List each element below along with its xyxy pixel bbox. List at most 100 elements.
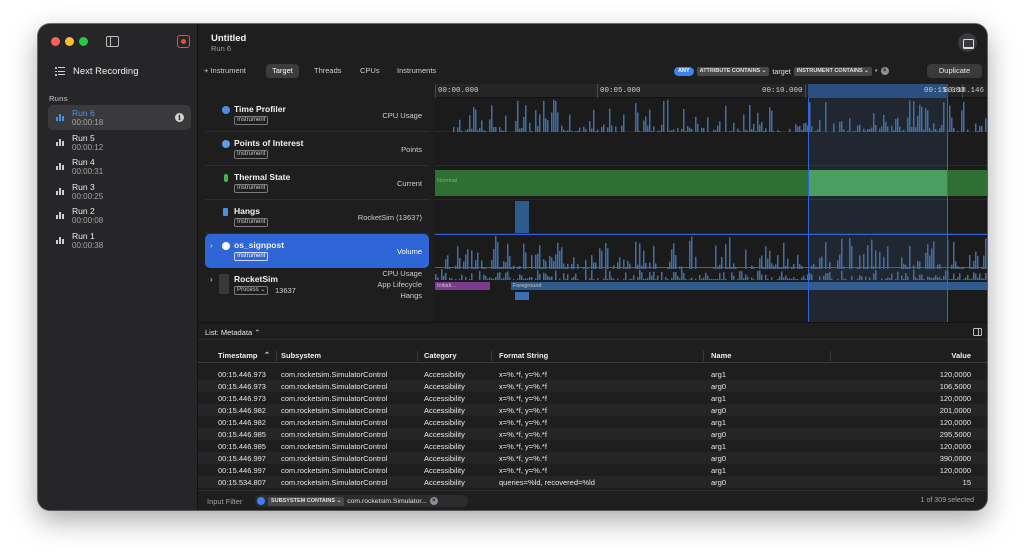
run-item-1[interactable]: Run 1 00:00:38 bbox=[48, 228, 191, 253]
chevron-right-icon[interactable]: › bbox=[210, 275, 213, 284]
hang-interval[interactable] bbox=[515, 201, 529, 233]
run-item-4[interactable]: Run 4 00:00:31 bbox=[48, 154, 191, 179]
track-rocketsim-process[interactable]: › RocketSim Process ⌄ 13637 CPU Usage Ap… bbox=[205, 268, 429, 302]
table-row[interactable]: 00:15.446.997 com.rocketsim.SimulatorCont… bbox=[198, 452, 987, 464]
run-item-6[interactable]: Run 6 00:00:18 i bbox=[48, 105, 191, 130]
activity-bar bbox=[555, 101, 557, 132]
run-item-3[interactable]: Run 3 00:00:25 bbox=[48, 179, 191, 204]
table-row[interactable]: 00:15.534.807 com.rocketsim.SimulatorCont… bbox=[198, 476, 987, 488]
attribute-filter-value[interactable]: target bbox=[772, 67, 790, 76]
timeline-ruler[interactable]: 00:00.000 00:05.000 00:10.000 00:15.000 … bbox=[435, 84, 987, 98]
activity-bar bbox=[647, 277, 649, 280]
table-row[interactable]: 00:15.446.973 com.rocketsim.SimulatorCont… bbox=[198, 380, 987, 392]
table-row[interactable]: 00:15.446.982 com.rocketsim.SimulatorCont… bbox=[198, 404, 987, 416]
add-instrument-button[interactable]: + Instrument bbox=[198, 64, 252, 78]
tab-threads[interactable]: Threads bbox=[308, 64, 348, 78]
activity-bar bbox=[671, 249, 673, 269]
table-row[interactable]: 00:15.446.982 com.rocketsim.SimulatorCont… bbox=[198, 416, 987, 428]
cell-category: Accessibility bbox=[424, 442, 465, 451]
metadata-table[interactable]: 00:15.446.973 com.rocketsim.SimulatorCont… bbox=[198, 364, 987, 488]
info-icon[interactable]: i bbox=[175, 113, 184, 122]
activity-bar bbox=[603, 278, 605, 280]
activity-bar bbox=[723, 272, 725, 280]
process-hang-interval[interactable] bbox=[515, 292, 529, 300]
duplicate-button[interactable]: Duplicate bbox=[927, 64, 982, 78]
activity-bar bbox=[779, 276, 781, 280]
activity-bar bbox=[495, 277, 497, 280]
clear-input-filter-icon[interactable]: × bbox=[429, 497, 438, 505]
track-time-profiler[interactable]: Time Profiler Instrument CPU Usage bbox=[205, 98, 429, 132]
cell-value: 120,0000 bbox=[939, 370, 971, 379]
list-mode-selector[interactable]: List: Metadata ⌃ bbox=[205, 328, 260, 337]
column-format-string[interactable]: Format String bbox=[499, 351, 548, 360]
next-recording-button[interactable]: Next Recording bbox=[55, 66, 138, 77]
lifecycle-initializing[interactable]: Initiali... bbox=[435, 282, 490, 290]
run-name: Run 4 bbox=[72, 157, 95, 167]
any-match-pill[interactable]: ANY bbox=[674, 66, 694, 76]
cell-format-string: x=%.*f, y=%.*f bbox=[499, 370, 547, 379]
activity-bar bbox=[765, 246, 767, 269]
attribute-contains-pill[interactable]: ATTRIBUTE CONTAINS ⌄ bbox=[696, 66, 770, 76]
table-row[interactable]: 00:15.446.997 com.rocketsim.SimulatorCont… bbox=[198, 464, 987, 476]
activity-bar bbox=[789, 278, 791, 280]
sidebar-toggle-icon[interactable] bbox=[106, 36, 119, 47]
subsystem-contains-pill[interactable]: SUBSYSTEM CONTAINS ⌄ bbox=[268, 496, 345, 506]
activity-bar bbox=[507, 243, 509, 269]
tab-target[interactable]: Target bbox=[266, 64, 299, 78]
column-name[interactable]: Name bbox=[711, 351, 731, 360]
tab-instruments[interactable]: Instruments bbox=[391, 64, 442, 78]
ruler-tick: 00:05.000 bbox=[600, 87, 641, 95]
track-filter[interactable]: ANY ATTRIBUTE CONTAINS ⌄ target INSTRUME… bbox=[674, 65, 889, 77]
run-item-5[interactable]: Run 5 00:00:12 bbox=[48, 130, 191, 155]
activity-bar bbox=[557, 112, 559, 132]
run-name: Run 2 bbox=[72, 206, 95, 216]
filter-icon[interactable] bbox=[257, 497, 265, 505]
cell-subsystem: com.rocketsim.SimulatorControl bbox=[281, 418, 388, 427]
column-subsystem[interactable]: Subsystem bbox=[281, 351, 321, 360]
track-points-of-interest[interactable]: Points of Interest Instrument Points bbox=[205, 132, 429, 166]
window-layout-icon[interactable] bbox=[958, 33, 977, 52]
column-category[interactable]: Category bbox=[424, 351, 457, 360]
process-dropdown[interactable]: Process ⌄ bbox=[234, 286, 269, 295]
track-os-signpost[interactable]: › os_signpost Instrument Volume bbox=[205, 234, 429, 268]
input-filter-label: Input Filter bbox=[207, 497, 243, 506]
activity-bar bbox=[537, 253, 539, 269]
activity-bar bbox=[663, 100, 665, 132]
cell-format-string: x=%.*f, y=%.*f bbox=[499, 382, 547, 391]
activity-bar bbox=[975, 123, 977, 132]
column-value[interactable]: Value bbox=[951, 351, 971, 360]
table-row[interactable]: 00:15.446.985 com.rocketsim.SimulatorCont… bbox=[198, 428, 987, 440]
activity-bar bbox=[605, 269, 607, 280]
track-graphs[interactable]: Nominal Initiali... Foreground bbox=[435, 98, 987, 322]
table-row[interactable]: 00:15.446.985 com.rocketsim.SimulatorCont… bbox=[198, 440, 987, 452]
instrument-contains-pill[interactable]: INSTRUMENT CONTAINS ⌄ bbox=[793, 66, 872, 76]
minimize-window-button[interactable] bbox=[65, 37, 74, 46]
activity-bar bbox=[747, 276, 749, 280]
activity-bar bbox=[607, 278, 609, 280]
zoom-window-button[interactable] bbox=[79, 37, 88, 46]
activity-bar bbox=[753, 123, 755, 132]
activity-bar bbox=[977, 277, 979, 280]
subsystem-filter-value[interactable]: com.rocketsim.Simulator... bbox=[347, 498, 427, 505]
tab-cpus[interactable]: CPUs bbox=[354, 64, 386, 78]
footer-bar: Input Filter SUBSYSTEM CONTAINS ⌄ com.ro… bbox=[198, 490, 987, 510]
activity-bar bbox=[703, 277, 705, 280]
record-icon[interactable] bbox=[177, 35, 190, 48]
close-window-button[interactable] bbox=[51, 37, 60, 46]
track-hangs[interactable]: Hangs Instrument RocketSim (13637) bbox=[205, 200, 429, 234]
input-filter-field[interactable]: SUBSYSTEM CONTAINS ⌄ com.rocketsim.Simul… bbox=[255, 495, 468, 507]
inspector-toggle-icon[interactable] bbox=[973, 328, 982, 336]
sort-ascending-icon[interactable]: ⌃ bbox=[264, 351, 270, 359]
chevron-right-icon[interactable]: › bbox=[210, 241, 213, 250]
time-selection-overlay[interactable] bbox=[808, 98, 948, 322]
clear-filter-icon[interactable]: × bbox=[880, 67, 889, 75]
run-name: Run 3 bbox=[72, 181, 95, 192]
column-timestamp[interactable]: Timestamp bbox=[218, 351, 257, 360]
ruler-tick: 00:18.146 bbox=[943, 87, 984, 95]
run-item-2[interactable]: Run 2 00:00:08 bbox=[48, 203, 191, 228]
instrument-filter-value[interactable]: * bbox=[875, 67, 878, 76]
table-row[interactable]: 00:15.446.973 com.rocketsim.SimulatorCont… bbox=[198, 392, 987, 404]
table-row[interactable]: 00:15.446.973 com.rocketsim.SimulatorCont… bbox=[198, 368, 987, 380]
track-thermal-state[interactable]: Thermal State Instrument Current bbox=[205, 166, 429, 200]
track-tag: Instrument bbox=[234, 184, 269, 193]
